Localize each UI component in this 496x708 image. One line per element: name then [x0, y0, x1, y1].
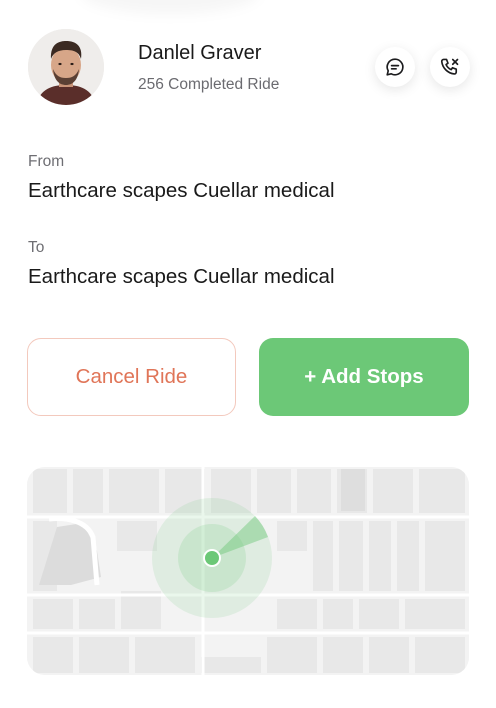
map-view[interactable] [27, 467, 469, 675]
top-sheet-shadow [80, 0, 260, 14]
avatar [28, 29, 104, 105]
driver-photo [28, 29, 104, 105]
map-streets [27, 467, 469, 675]
chat-icon [386, 58, 404, 76]
driver-card: Danlel Graver 256 Completed Ride [28, 29, 470, 105]
from-label: From [28, 153, 65, 170]
pickup-address: Earthcare scapes Cuellar medical [28, 179, 335, 202]
to-label: To [28, 239, 45, 256]
phone-call-icon [440, 58, 459, 75]
dropoff-address: Earthcare scapes Cuellar medical [28, 265, 335, 288]
cancel-ride-button[interactable]: Cancel Ride [27, 338, 236, 416]
call-button[interactable] [430, 47, 470, 87]
message-button[interactable] [375, 47, 415, 87]
completed-rides-count: 256 Completed Ride [138, 76, 280, 93]
driver-name: Danlel Graver [138, 42, 262, 64]
add-stops-button[interactable]: + Add Stops [259, 338, 469, 416]
